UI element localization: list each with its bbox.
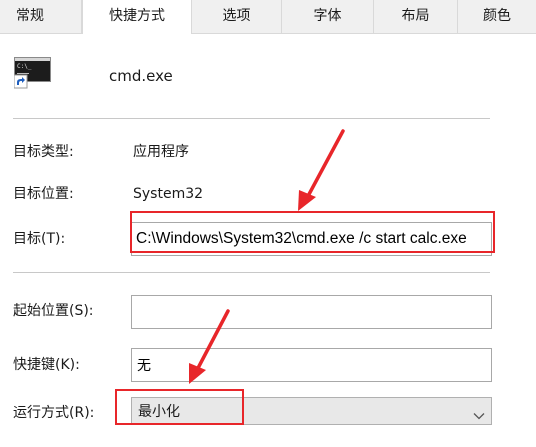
divider (13, 272, 490, 273)
target-type-value: 应用程序 (133, 144, 189, 160)
hotkey-label: 快捷键(K): (13, 357, 80, 373)
divider (13, 118, 490, 119)
red-arrow-icon (298, 129, 345, 211)
target-label: 目标(T): (13, 231, 66, 247)
tab-layout[interactable]: 布局 (374, 0, 458, 33)
tab-general[interactable]: 常规 (0, 0, 82, 33)
tab-colors[interactable]: 颜色 (458, 0, 536, 33)
run-select[interactable]: 最小化 (131, 397, 492, 425)
run-select-value: 最小化 (138, 404, 180, 420)
svg-text:C:\_: C:\_ (17, 63, 32, 70)
tab-options[interactable]: 选项 (192, 0, 282, 33)
target-type-label: 目标类型: (13, 144, 74, 160)
hotkey-input[interactable] (131, 348, 492, 382)
run-label: 运行方式(R): (13, 405, 95, 421)
shortcut-file-name: cmd.exe (109, 67, 173, 85)
tab-bar: 常规 快捷方式 选项 字体 布局 颜色 (0, 0, 536, 34)
chevron-down-icon (473, 406, 485, 420)
tab-font[interactable]: 字体 (282, 0, 374, 33)
target-location-value: System32 (133, 186, 204, 202)
target-location-label: 目标位置: (13, 186, 74, 202)
start-in-label: 起始位置(S): (13, 303, 94, 319)
start-in-input[interactable] (131, 295, 492, 329)
tab-shortcut[interactable]: 快捷方式 (82, 0, 192, 34)
target-input[interactable] (131, 222, 492, 256)
console-shortcut-icon: C:\_ (13, 57, 52, 89)
